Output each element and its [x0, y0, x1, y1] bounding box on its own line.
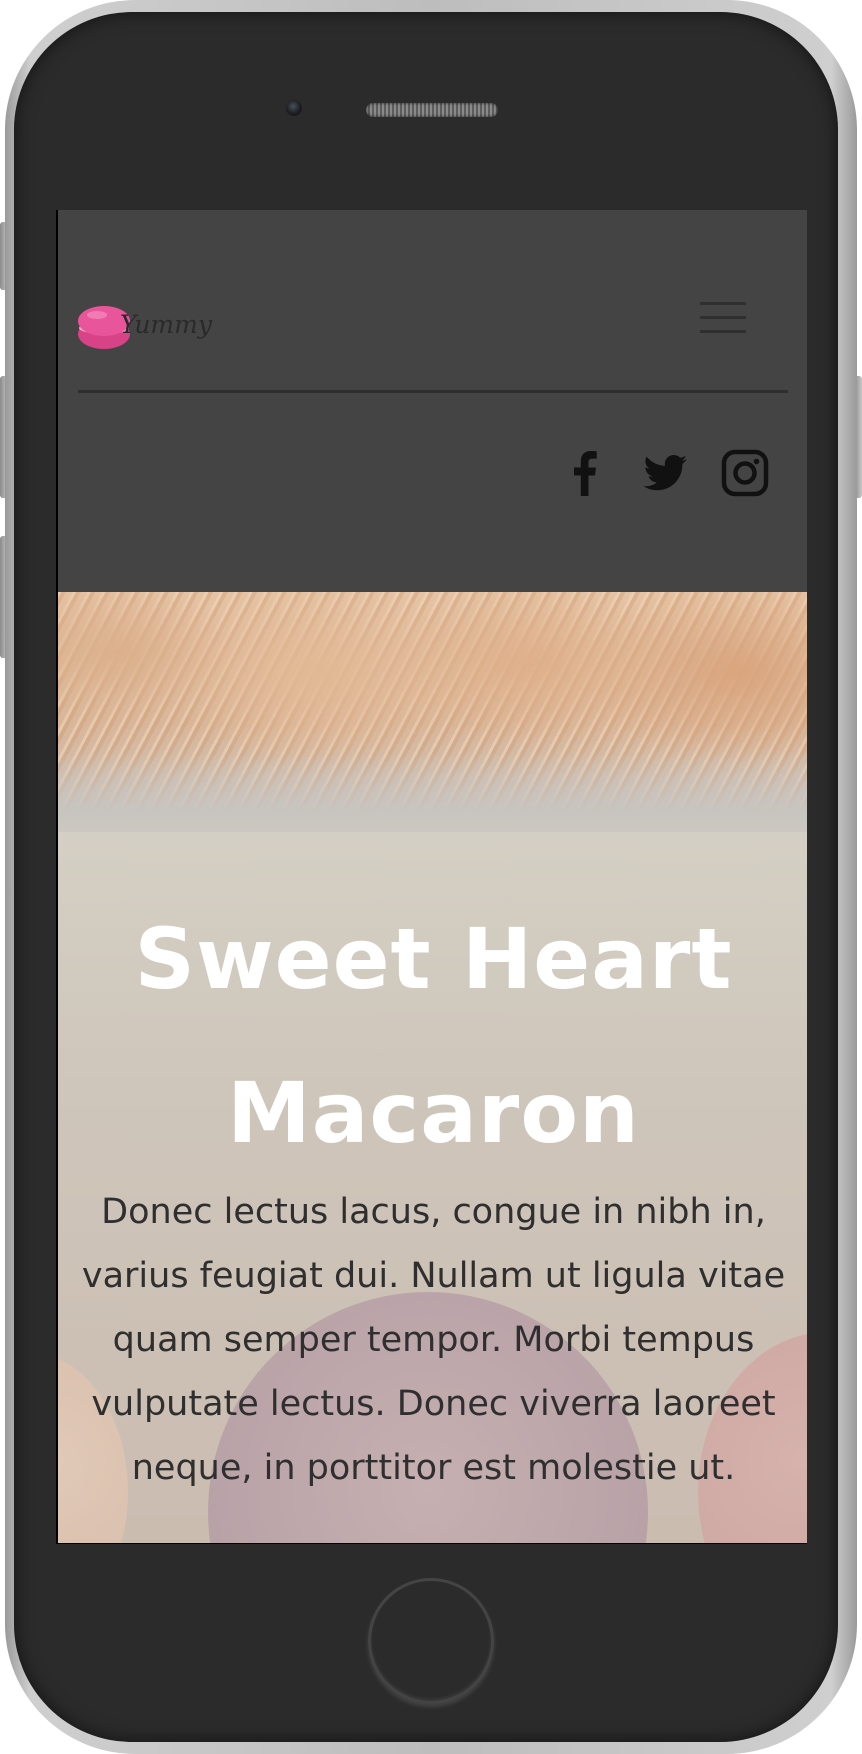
twitter-icon[interactable] [640, 448, 690, 498]
header-divider [78, 390, 788, 393]
hamburger-menu-icon[interactable] [700, 302, 746, 340]
hero-text: Donec lectus lacus, congue in nibh in, v… [81, 1192, 786, 1488]
logo-text: Yummy [120, 310, 212, 339]
device-mockup: Yummy Sweet Heart Macaron Donec lectus l… [0, 0, 862, 1754]
site-logo[interactable]: Yummy [78, 302, 218, 362]
phone-screen: Yummy Sweet Heart Macaron Donec lectus l… [56, 210, 807, 1544]
facebook-icon[interactable] [560, 448, 610, 498]
instagram-icon[interactable] [720, 448, 770, 498]
home-button[interactable] [368, 1578, 494, 1704]
earpiece-speaker [366, 103, 498, 117]
hero-title: Sweet Heart Macaron [134, 910, 733, 1162]
hero-section: Sweet Heart Macaron Donec lectus lacus, … [58, 592, 807, 1543]
front-camera [286, 100, 302, 116]
site-header: Yummy [58, 210, 807, 592]
